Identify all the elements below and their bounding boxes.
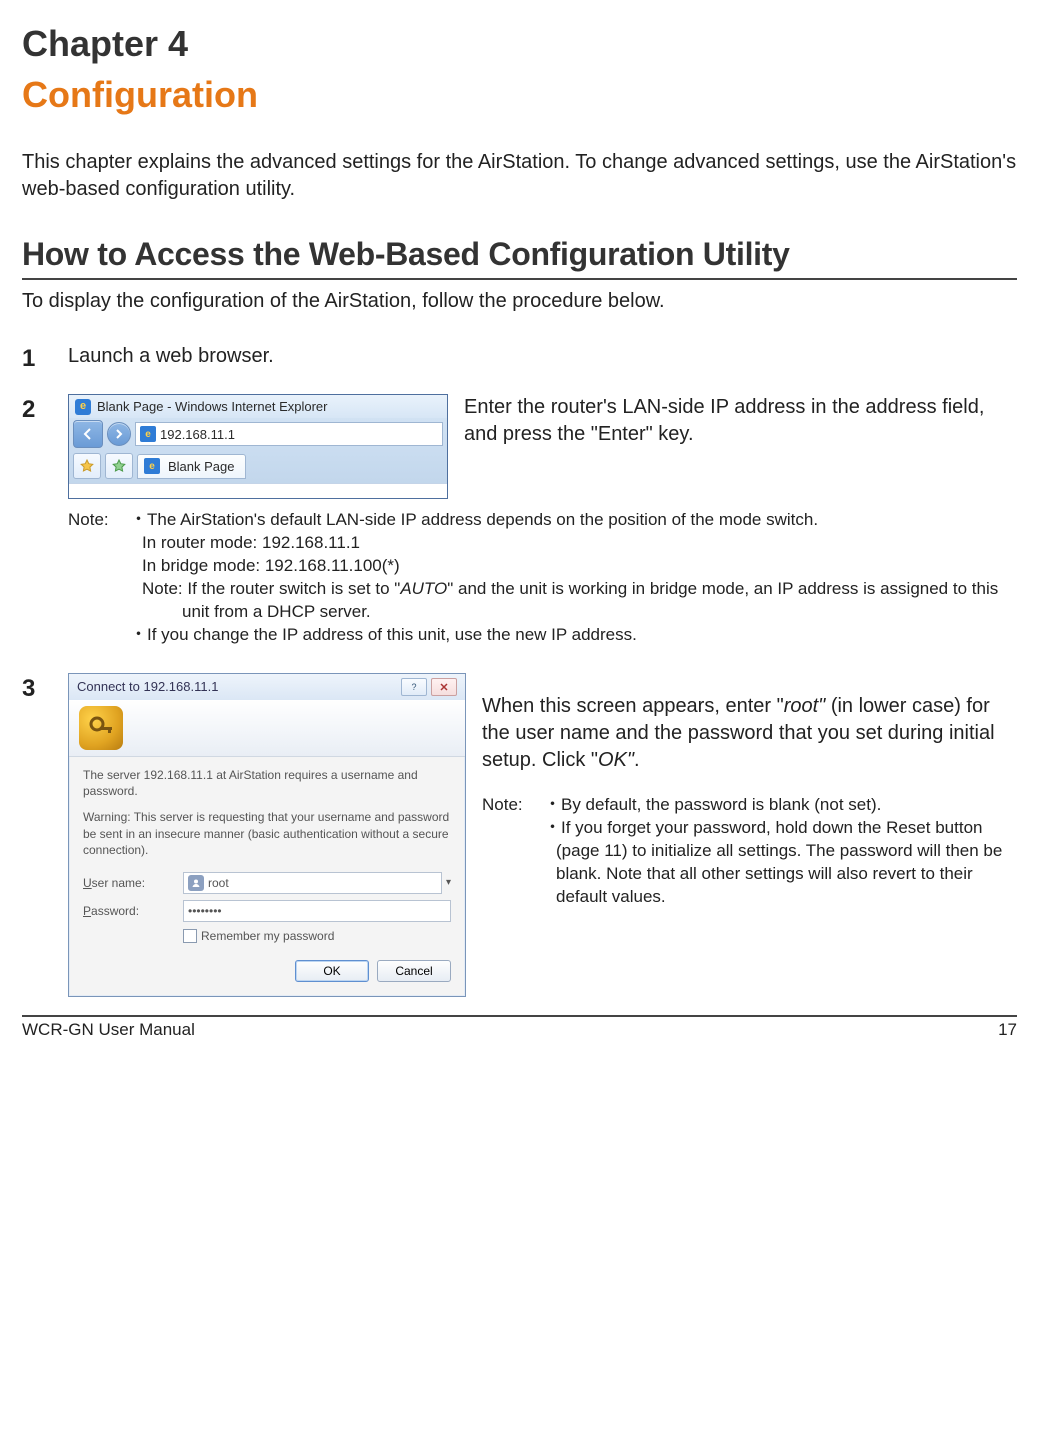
dialog-warning: Warning: This server is requesting that …	[83, 809, 451, 858]
username-label: User name:	[83, 875, 183, 891]
footer-page-number: 17	[998, 1019, 1017, 1042]
svg-text:?: ?	[411, 682, 416, 692]
section-intro: To display the configuration of the AirS…	[22, 288, 1017, 315]
tab-label: Blank Page	[168, 458, 235, 476]
ie-page-icon: e	[144, 458, 160, 474]
page-footer: WCR-GN User Manual 17	[22, 1015, 1017, 1042]
address-bar[interactable]: e 192.168.11.1	[135, 422, 443, 446]
close-button[interactable]	[431, 678, 457, 696]
ok-button[interactable]: OK	[295, 960, 369, 982]
browser-screenshot: e Blank Page - Windows Internet Explorer…	[68, 394, 448, 500]
remember-checkbox[interactable]	[183, 929, 197, 943]
footer-manual-name: WCR-GN User Manual	[22, 1019, 195, 1042]
step-3-instruction: When this screen appears, enter "root" (…	[482, 693, 1017, 774]
add-favorite-button[interactable]	[105, 453, 133, 479]
step-2: 2 e Blank Page - Windows Internet Explor…	[22, 394, 1017, 647]
step-number: 1	[22, 343, 68, 375]
browser-tab[interactable]: e Blank Page	[137, 454, 246, 480]
page-icon: e	[140, 426, 156, 442]
note-label: Note:	[482, 794, 544, 909]
note-line: ・By default, the password is blank (not …	[544, 794, 1017, 817]
step-number: 3	[22, 673, 68, 705]
username-value: root	[208, 875, 229, 891]
note-line: ・The AirStation's default LAN-side IP ad…	[130, 509, 1017, 532]
chapter-title: Chapter 4	[22, 20, 1017, 69]
step-1: 1 Launch a web browser.	[22, 343, 1017, 375]
credentials-dialog: Connect to 192.168.11.1 ?	[68, 673, 466, 997]
user-icon	[188, 875, 204, 891]
section-heading: How to Access the Web-Based Configuratio…	[22, 233, 1017, 280]
help-button[interactable]: ?	[401, 678, 427, 696]
chapter-intro: This chapter explains the advanced setti…	[22, 149, 1017, 203]
password-label: Password:	[83, 903, 183, 919]
dialog-title: Connect to 192.168.11.1	[77, 678, 218, 696]
remember-label: Remember my password	[201, 928, 334, 944]
favorites-button[interactable]	[73, 453, 101, 479]
arrow-left-icon	[82, 428, 94, 440]
forward-button[interactable]	[107, 422, 131, 446]
browser-content-area	[69, 483, 447, 498]
star-plus-icon	[112, 459, 126, 473]
keys-icon	[79, 706, 123, 750]
back-button[interactable]	[73, 420, 103, 448]
step-number: 2	[22, 394, 68, 426]
address-value: 192.168.11.1	[160, 426, 235, 444]
note-line: Note: If the router switch is set to "AU…	[130, 578, 1017, 624]
note-line: In router mode: 192.168.11.1	[130, 532, 1017, 555]
question-icon: ?	[409, 682, 419, 692]
browser-window-title: Blank Page - Windows Internet Explorer	[97, 398, 328, 416]
ie-logo-icon: e	[75, 399, 91, 415]
step-2-instruction: Enter the router's LAN-side IP address i…	[464, 394, 1017, 448]
close-icon	[439, 682, 449, 692]
password-input[interactable]: ••••••••	[183, 900, 451, 922]
dropdown-icon[interactable]: ▾	[446, 876, 451, 890]
cancel-button[interactable]: Cancel	[377, 960, 451, 982]
step-3: 3 Connect to 192.168.11.1 ?	[22, 673, 1017, 997]
note-label: Note:	[68, 509, 130, 647]
note-line: In bridge mode: 192.168.11.100(*)	[130, 555, 1017, 578]
step-3-note: Note: ・By default, the password is blank…	[482, 794, 1017, 909]
step-2-note: Note: ・The AirStation's default LAN-side…	[68, 509, 1017, 647]
dialog-server-msg: The server 192.168.11.1 at AirStation re…	[83, 767, 451, 799]
note-line: ・If you forget your password, hold down …	[544, 817, 1017, 909]
password-value: ••••••••	[188, 903, 222, 919]
note-line: ・If you change the IP address of this un…	[130, 624, 1017, 647]
username-input[interactable]: root	[183, 872, 442, 894]
step-1-text: Launch a web browser.	[68, 343, 1017, 370]
star-icon	[80, 459, 94, 473]
arrow-right-icon	[114, 429, 124, 439]
chapter-subtitle: Configuration	[22, 71, 1017, 120]
